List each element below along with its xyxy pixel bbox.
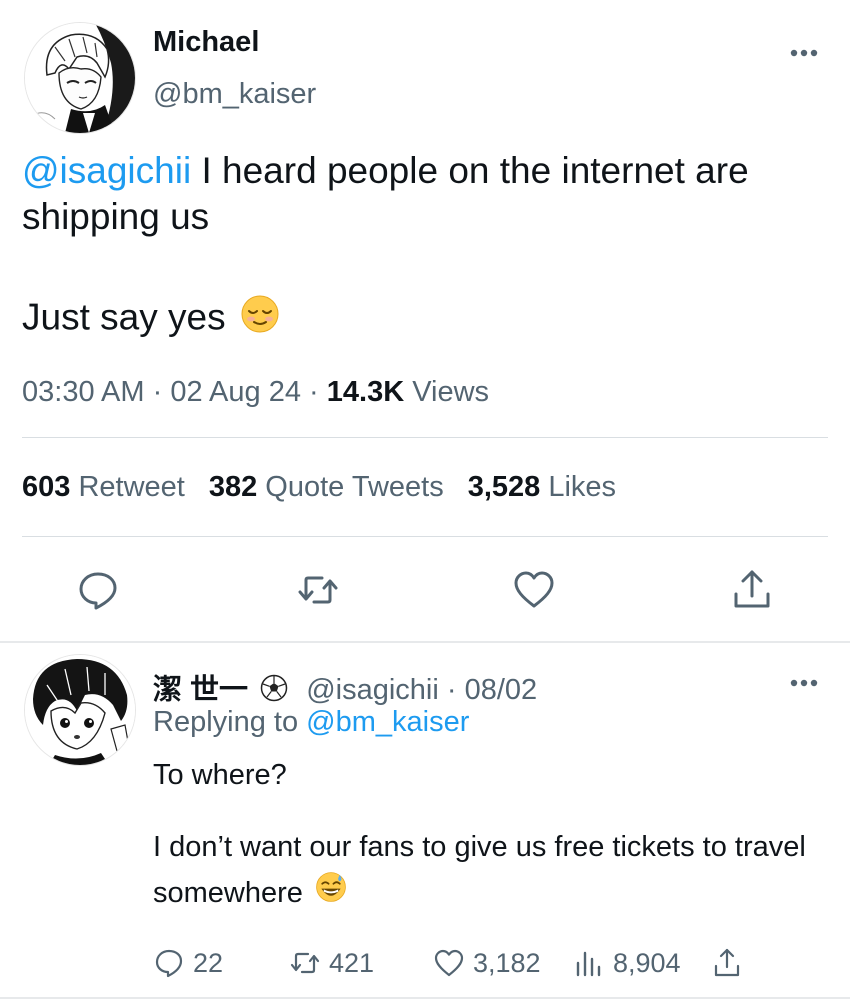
like-button[interactable] <box>512 568 556 612</box>
tweet-stats: 603 Retweet 382 Quote Tweets 3,528 Likes <box>22 471 640 504</box>
more-icon <box>790 49 818 57</box>
views-label: Views <box>412 376 490 408</box>
reply-header: 潔 世一 @isagichii · 08/02 <box>153 666 537 708</box>
tweet-time[interactable]: 03:30 AM <box>22 376 145 408</box>
likes-stat[interactable]: 3,528 Likes <box>468 471 616 504</box>
more-options-button[interactable] <box>786 41 822 65</box>
reply-text-para-2: I don’t want our fans to give us free ti… <box>153 831 806 909</box>
quote-tweets-stat[interactable]: 382 Quote Tweets <box>209 471 444 504</box>
author-display-name[interactable]: Michael <box>153 26 259 59</box>
retweet-icon <box>298 576 338 604</box>
soccer-ball-icon <box>260 674 288 702</box>
like-icon <box>434 949 464 977</box>
reply-likes-count: 3,182 <box>473 947 541 978</box>
avatar-illustration <box>25 655 135 765</box>
reply-icon <box>79 572 117 610</box>
share-button[interactable] <box>730 568 774 612</box>
author-handle[interactable]: @bm_kaiser <box>153 78 316 111</box>
meta-separator: · <box>309 376 319 408</box>
grinning-face-with-sweat-emoji <box>315 871 347 917</box>
replying-to-link[interactable]: @bm_kaiser <box>306 706 469 738</box>
reply-icon <box>155 949 183 978</box>
likes-label: Likes <box>548 471 617 503</box>
reply-share-button[interactable] <box>711 945 751 981</box>
quotes-count: 382 <box>208 471 258 503</box>
retweet-icon <box>290 952 320 974</box>
author-avatar[interactable] <box>24 22 136 134</box>
divider <box>22 536 828 537</box>
reply-retweets-count: 421 <box>329 947 375 978</box>
reply-views-count: 8,904 <box>613 947 681 978</box>
reply-date[interactable]: 08/02 <box>465 674 538 706</box>
reply-replies-count: 22 <box>193 947 224 978</box>
tweet-date[interactable]: 02 Aug 24 <box>170 376 301 408</box>
meta-separator: · <box>152 376 163 408</box>
views-count: 14.3K <box>326 376 405 408</box>
mention-link[interactable]: @isagichii <box>22 150 191 191</box>
divider <box>22 437 828 438</box>
reply-author-display-name[interactable]: 潔 世一 <box>153 674 248 706</box>
retweets-count: 603 <box>22 471 71 503</box>
reply-text: To where? I don’t want our fans to give … <box>153 752 833 917</box>
section-divider <box>0 641 850 643</box>
tweet-text-line-2: Just say yes <box>22 296 226 338</box>
reply-like-button[interactable]: 3,182 <box>433 945 541 981</box>
reply-views-button[interactable]: 8,904 <box>573 945 681 981</box>
meta-separator: · <box>446 674 457 706</box>
more-icon <box>790 679 818 687</box>
replying-to-prefix: Replying to <box>153 706 299 738</box>
reply-reply-button[interactable]: 22 <box>153 945 223 981</box>
retweets-label: Retweet <box>78 471 185 503</box>
bottom-divider <box>0 997 850 999</box>
avatar-illustration <box>25 23 135 133</box>
reply-text-para-1: To where? <box>153 759 287 791</box>
retweet-button[interactable] <box>296 568 340 612</box>
reply-author-avatar[interactable] <box>24 654 136 766</box>
tweet-meta: 03:30 AM · 02 Aug 24 · 14.3K Views <box>22 376 489 409</box>
views-icon <box>576 951 601 977</box>
main-tweet: Michael @bm_kaiser @isagichii I heard pe… <box>0 0 850 642</box>
reply-author-handle[interactable]: @isagichii <box>306 674 439 706</box>
share-icon <box>714 948 740 977</box>
like-icon <box>514 571 554 608</box>
share-icon <box>734 570 770 608</box>
quotes-label: Quote Tweets <box>265 471 444 503</box>
reply-button[interactable] <box>76 568 120 612</box>
retweets-stat[interactable]: 603 Retweet <box>22 471 185 504</box>
relieved-face-emoji <box>240 294 280 345</box>
replying-to: Replying to @bm_kaiser <box>153 706 469 739</box>
tweet-text: @isagichii I heard people on the interne… <box>22 148 837 345</box>
reply-retweet-button[interactable]: 421 <box>289 945 374 981</box>
likes-count: 3,528 <box>467 471 541 503</box>
reply-more-options-button[interactable] <box>786 671 822 695</box>
